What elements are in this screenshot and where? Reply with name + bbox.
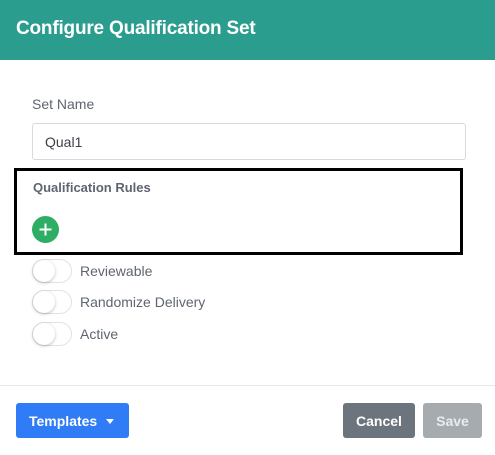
reviewable-label: Reviewable — [80, 263, 153, 279]
dialog-header: Configure Qualification Set — [0, 0, 495, 60]
set-name-input[interactable] — [32, 123, 466, 160]
active-label: Active — [80, 326, 119, 342]
set-name-label: Set Name — [32, 96, 95, 112]
randomize-delivery-label: Randomize Delivery — [80, 294, 206, 310]
cancel-button[interactable]: Cancel — [343, 403, 415, 438]
randomize-delivery-row: Randomize Delivery — [32, 290, 332, 314]
toggle-knob — [33, 323, 55, 345]
plus-icon — [39, 223, 52, 236]
toggle-knob — [33, 260, 55, 282]
dialog-title: Configure Qualification Set — [16, 18, 256, 39]
configure-qualification-set-dialog: Configure Qualification Set Set Name Qua… — [0, 0, 495, 455]
caret-down-icon — [106, 419, 114, 424]
templates-dropdown-button[interactable]: Templates — [16, 403, 129, 438]
active-toggle[interactable] — [32, 322, 72, 346]
add-rule-button[interactable] — [32, 216, 59, 243]
qualification-rules-label: Qualification Rules — [33, 180, 151, 195]
qualification-rules-section: Qualification Rules — [14, 168, 463, 255]
templates-button-label: Templates — [29, 412, 98, 429]
toggle-knob — [33, 291, 55, 313]
footer-divider — [0, 385, 495, 386]
reviewable-row: Reviewable — [32, 259, 332, 283]
save-button[interactable]: Save — [423, 403, 482, 438]
reviewable-toggle[interactable] — [32, 259, 72, 283]
randomize-delivery-toggle[interactable] — [32, 290, 72, 314]
active-row: Active — [32, 322, 332, 346]
